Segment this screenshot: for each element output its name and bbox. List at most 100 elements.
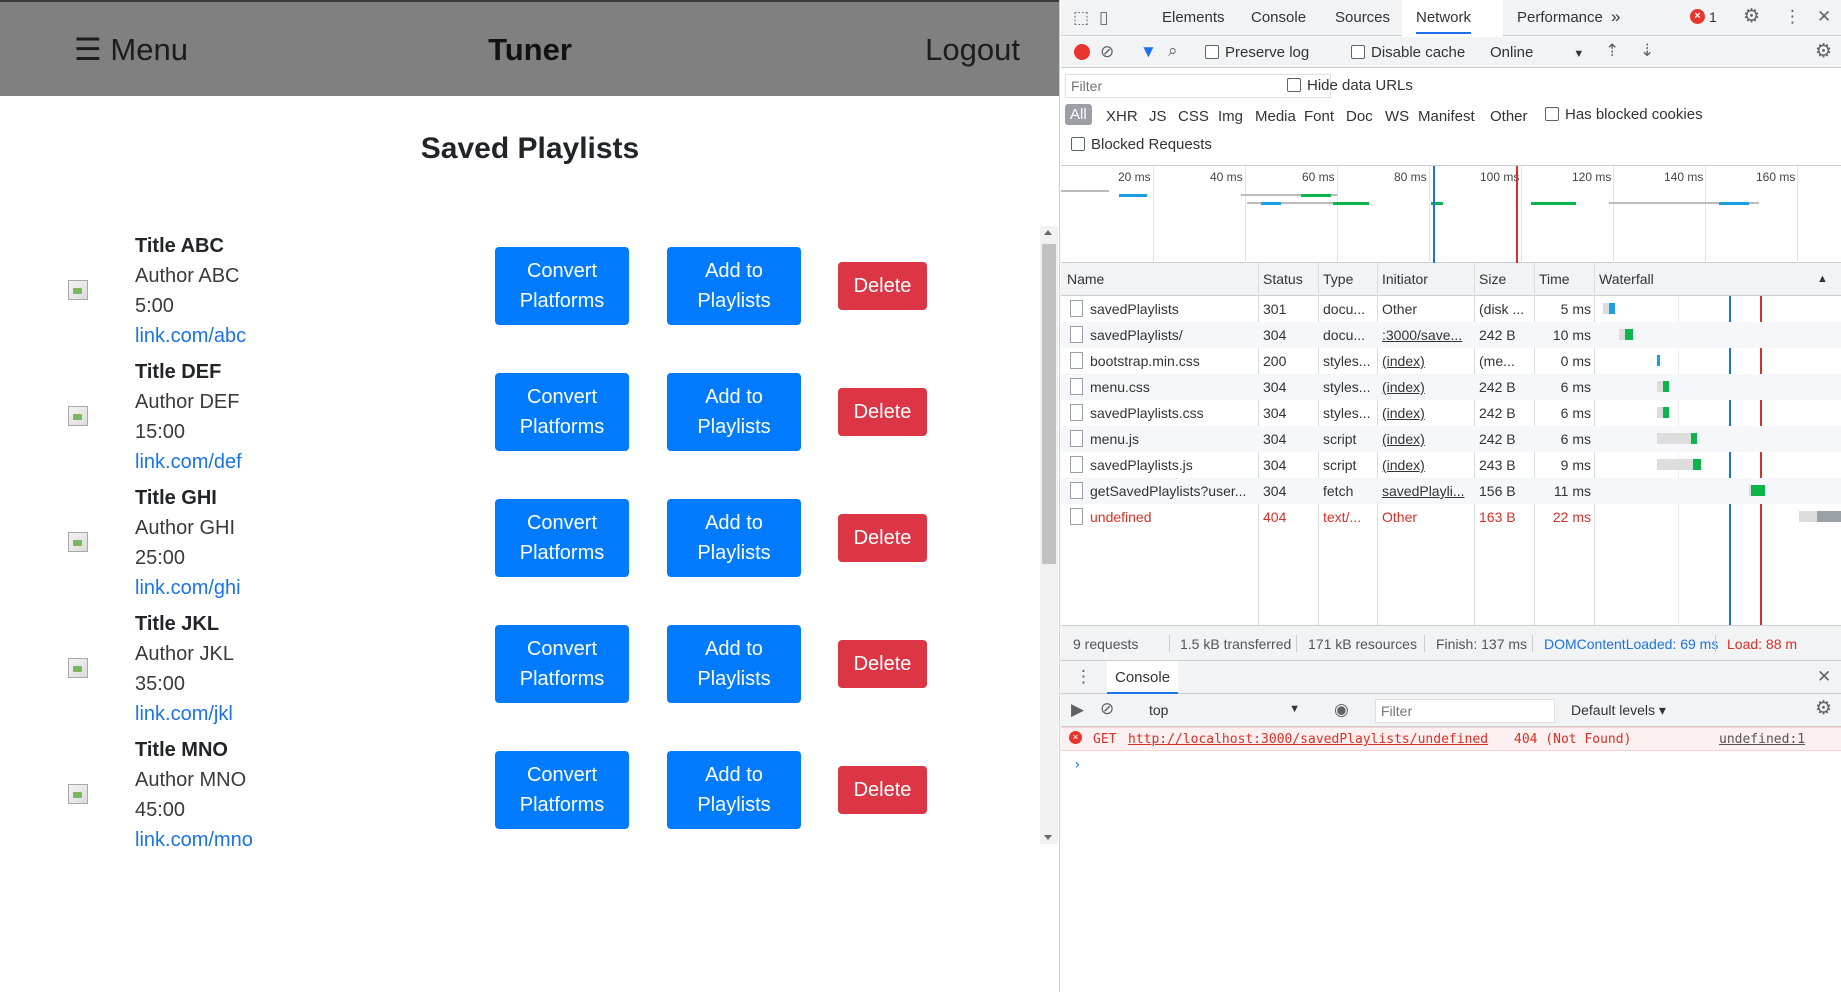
request-row[interactable]: savedPlaylists/304 docu...:3000/save... 24… <box>1061 322 1841 348</box>
type-filter-ws[interactable]: WS <box>1385 108 1409 125</box>
column-status[interactable]: Status <box>1263 271 1303 287</box>
add-to-playlists-button[interactable]: Add to Playlists <box>667 751 801 829</box>
type-filter-img[interactable]: Img <box>1218 108 1243 125</box>
network-settings-icon[interactable]: ⚙ <box>1815 42 1832 62</box>
request-initiator[interactable]: (index) <box>1382 457 1472 473</box>
request-row[interactable]: undefined 404 text/... Other 163 B 22 ms <box>1061 504 1841 530</box>
error-source-link[interactable]: undefined:1 <box>1719 732 1805 747</box>
type-filter-doc[interactable]: Doc <box>1346 108 1373 125</box>
column-name[interactable]: Name <box>1067 271 1104 287</box>
error-badge-icon[interactable]: × <box>1690 9 1705 24</box>
add-to-playlists-button[interactable]: Add to Playlists <box>667 625 801 703</box>
song-link[interactable]: link.com/mno <box>135 825 253 855</box>
delete-button[interactable]: Delete <box>838 766 927 814</box>
drawer-tab-console[interactable]: Console <box>1107 661 1179 694</box>
convert-platforms-button[interactable]: Convert Platforms <box>495 499 629 577</box>
preserve-log-checkbox[interactable]: Preserve log <box>1205 44 1309 61</box>
convert-platforms-button[interactable]: Convert Platforms <box>495 373 629 451</box>
scroll-thumb[interactable] <box>1042 244 1056 564</box>
device-toolbar-icon[interactable]: ▯ <box>1099 8 1108 28</box>
error-url-link[interactable]: http://localhost:3000/savedPlaylists/und… <box>1128 732 1488 747</box>
import-har-icon[interactable]: ⇡ <box>1605 41 1619 61</box>
convert-platforms-button[interactable]: Convert Platforms <box>495 247 629 325</box>
column-waterfall[interactable]: Waterfall <box>1599 271 1654 287</box>
type-filter-media[interactable]: Media <box>1255 108 1296 125</box>
song-link[interactable]: link.com/jkl <box>135 699 234 729</box>
delete-button[interactable]: Delete <box>838 388 927 436</box>
log-levels-select[interactable]: Default levels ▾ <box>1571 702 1666 719</box>
tab-elements[interactable]: Elements <box>1162 9 1225 26</box>
type-filter-manifest[interactable]: Manifest <box>1418 108 1475 125</box>
request-initiator[interactable]: (index) <box>1382 379 1472 395</box>
request-initiator[interactable]: (index) <box>1382 405 1472 421</box>
throttle-select[interactable]: Online ▼ <box>1490 44 1584 61</box>
type-filter-font[interactable]: Font <box>1304 108 1334 125</box>
blocked-requests-checkbox[interactable]: Blocked Requests <box>1071 136 1212 153</box>
console-prompt-icon[interactable]: › <box>1073 757 1081 773</box>
add-to-playlists-button[interactable]: Add to Playlists <box>667 247 801 325</box>
tab-console[interactable]: Console <box>1251 9 1306 26</box>
request-initiator[interactable]: :3000/save... <box>1382 327 1472 343</box>
delete-button[interactable]: Delete <box>838 640 927 688</box>
request-row[interactable]: bootstrap.min.css 200 styles... (index) (me.… <box>1061 348 1841 374</box>
more-options-icon[interactable]: ⋮ <box>1784 7 1801 27</box>
request-row[interactable]: menu.css 304 styles... (index) 242 B 6 ms <box>1061 374 1841 400</box>
tab-network[interactable]: Network <box>1416 9 1472 34</box>
request-row[interactable]: menu.js 304 script (index) 242 B 6 ms <box>1061 426 1841 452</box>
request-row[interactable]: getSavedPlaylists?user... 304 fetch savedPl… <box>1061 478 1841 504</box>
request-row[interactable]: savedPlaylists 301 docu... Other (disk ... 5 … <box>1061 296 1841 322</box>
console-sidebar-icon[interactable]: ▶ <box>1071 700 1084 720</box>
scroll-up-arrow-icon[interactable] <box>1044 230 1052 235</box>
type-filter-other[interactable]: Other <box>1490 108 1528 125</box>
close-drawer-icon[interactable]: ✕ <box>1817 667 1831 687</box>
record-icon[interactable] <box>1074 44 1090 60</box>
type-filter-all[interactable]: All <box>1065 104 1092 125</box>
convert-platforms-button[interactable]: Convert Platforms <box>495 751 629 829</box>
type-filter-xhr[interactable]: XHR <box>1106 108 1138 125</box>
page-scrollbar[interactable] <box>1040 226 1058 844</box>
delete-button[interactable]: Delete <box>838 262 927 310</box>
delete-button[interactable]: Delete <box>838 514 927 562</box>
close-devtools-icon[interactable]: ✕ <box>1817 7 1831 27</box>
clear-console-icon[interactable]: ⊘ <box>1100 699 1114 719</box>
song-link[interactable]: link.com/def <box>135 447 242 477</box>
error-count[interactable]: 1 <box>1709 9 1717 25</box>
type-filter-css[interactable]: CSS <box>1178 108 1209 125</box>
column-type[interactable]: Type <box>1323 271 1353 287</box>
column-initiator[interactable]: Initiator <box>1382 271 1428 287</box>
clear-icon[interactable]: ⊘ <box>1100 42 1114 62</box>
convert-platforms-button[interactable]: Convert Platforms <box>495 625 629 703</box>
network-overview-timeline[interactable]: 20 ms 40 ms 60 ms 80 ms 100 ms 120 ms 14… <box>1061 166 1841 263</box>
song-link[interactable]: link.com/abc <box>135 321 246 351</box>
request-row[interactable]: savedPlaylists.css 304 styles... (index) 242… <box>1061 400 1841 426</box>
more-tabs-button[interactable]: » <box>1611 7 1620 27</box>
search-icon[interactable]: ⌕ <box>1168 41 1178 61</box>
live-expression-eye-icon[interactable]: ◉ <box>1334 700 1349 720</box>
request-initiator[interactable]: savedPlayli... <box>1382 483 1472 499</box>
request-initiator[interactable]: (index) <box>1382 431 1472 447</box>
type-filter-js[interactable]: JS <box>1149 108 1167 125</box>
add-to-playlists-button[interactable]: Add to Playlists <box>667 373 801 451</box>
request-row[interactable]: savedPlaylists.js 304 script (index) 243 B 9 … <box>1061 452 1841 478</box>
scroll-down-arrow-icon[interactable] <box>1044 835 1052 840</box>
settings-gear-icon[interactable]: ⚙ <box>1743 7 1760 27</box>
inspect-element-icon[interactable]: ⬚ <box>1073 8 1089 28</box>
console-filter-input[interactable] <box>1375 699 1555 723</box>
sort-ascending-icon[interactable]: ▲ <box>1817 273 1828 285</box>
logout-link[interactable]: Logout <box>925 32 1020 68</box>
column-time[interactable]: Time <box>1539 271 1570 287</box>
song-link[interactable]: link.com/ghi <box>135 573 241 603</box>
execution-context-select[interactable]: top ▼ <box>1143 699 1306 722</box>
console-settings-icon[interactable]: ⚙ <box>1815 699 1832 719</box>
export-har-icon[interactable]: ⇣ <box>1640 41 1654 61</box>
tab-performance[interactable]: Performance <box>1517 9 1603 26</box>
disable-cache-checkbox[interactable]: Disable cache <box>1351 44 1465 61</box>
request-initiator[interactable]: (index) <box>1382 353 1472 369</box>
tab-sources[interactable]: Sources <box>1335 9 1390 26</box>
column-size[interactable]: Size <box>1479 271 1506 287</box>
has-blocked-cookies-checkbox[interactable]: Has blocked cookies <box>1545 106 1703 123</box>
filter-funnel-icon[interactable]: ▼ <box>1140 42 1157 62</box>
add-to-playlists-button[interactable]: Add to Playlists <box>667 499 801 577</box>
hide-data-urls-checkbox[interactable]: Hide data URLs <box>1287 77 1413 94</box>
drawer-menu-icon[interactable]: ⋮ <box>1075 667 1092 687</box>
